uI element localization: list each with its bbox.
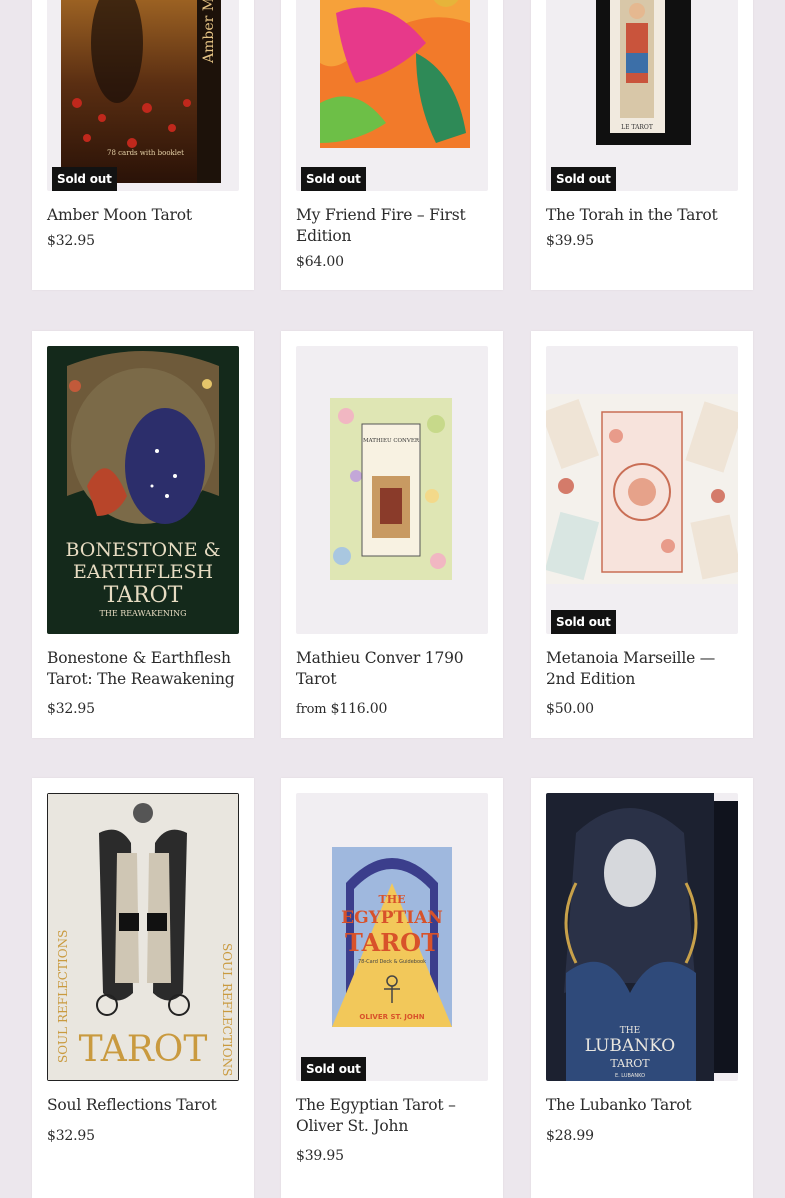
product-title[interactable]: Bonestone & Earthflesh Tarot: The Reawak… xyxy=(47,648,242,690)
lubanko-name: LUBANKO xyxy=(585,1036,676,1056)
product-price: $28.99 xyxy=(546,1128,594,1144)
product-price: $32.95 xyxy=(47,1128,95,1144)
product-price: $32.95 xyxy=(47,233,95,249)
product-title[interactable]: Metanoia Marseille — 2nd Edition xyxy=(546,648,741,690)
bonestone-line1: BONESTONE & xyxy=(65,539,220,561)
egypt-the: THE xyxy=(379,893,406,906)
lubanko-author: E. LUBANKO xyxy=(615,1073,645,1079)
product-card-my-friend-fire[interactable]: Sold out My Friend Fire – First Edition … xyxy=(281,0,503,290)
product-image[interactable]: Sold out xyxy=(546,346,738,634)
price-prefix: from xyxy=(296,702,327,717)
product-price: $39.95 xyxy=(546,233,594,249)
product-title[interactable]: The Torah in the Tarot xyxy=(546,205,741,226)
product-image[interactable]: MATHIEU CONVER xyxy=(296,346,488,634)
soul-side-left: SOUL REFLECTIONS xyxy=(56,930,70,1063)
sold-out-badge: Sold out xyxy=(551,610,616,634)
product-title[interactable]: My Friend Fire – First Edition xyxy=(296,205,491,247)
bonestone-line3: TAROT xyxy=(104,583,183,608)
product-image[interactable]: Sold out xyxy=(296,0,488,191)
bonestone-line4: THE REAWAKENING xyxy=(100,609,187,618)
conver-label: MATHIEU CONVER xyxy=(363,438,420,444)
bonestone-line2: EARTHFLESH xyxy=(73,561,213,583)
soul-tarot-word: TAROT xyxy=(79,1029,208,1070)
lubanko-the: THE xyxy=(620,1026,640,1036)
product-price: from $116.00 xyxy=(296,701,387,717)
sold-out-badge: Sold out xyxy=(52,167,117,191)
product-title[interactable]: Soul Reflections Tarot xyxy=(47,1095,242,1116)
product-title[interactable]: The Lubanko Tarot xyxy=(546,1095,741,1116)
product-card-soul-reflections[interactable]: TAROT SOUL REFLECTIONS SOUL REFLECTIONS … xyxy=(32,778,254,1198)
amber-footer: 78 cards with booklet xyxy=(107,149,184,157)
product-image[interactable]: BONESTONE & EARTHFLESH TAROT THE REAWAKE… xyxy=(47,346,239,634)
product-title[interactable]: The Egyptian Tarot – Oliver St. John xyxy=(296,1095,491,1137)
product-card-lubanko-tarot[interactable]: THE LUBANKO TAROT E. LUBANKO The Lubanko… xyxy=(531,778,753,1198)
product-card-metanoia-marseille[interactable]: Sold out Metanoia Marseille — 2nd Editio… xyxy=(531,331,753,738)
product-card-mathieu-conver[interactable]: MATHIEU CONVER Mathieu Conver 1790 Tarot… xyxy=(281,331,503,738)
product-price: $64.00 xyxy=(296,254,344,270)
lubanko-tarot: TAROT xyxy=(610,1057,650,1070)
product-image[interactable]: TAROT SOUL REFLECTIONS SOUL REFLECTIONS xyxy=(47,793,239,1081)
product-image[interactable]: LE TAROT Sold out xyxy=(546,0,738,191)
egypt-name: EGYPTIAN xyxy=(341,908,443,928)
sold-out-badge: Sold out xyxy=(551,167,616,191)
product-card-torah-in-the-tarot[interactable]: LE TAROT Sold out The Torah in the Tarot… xyxy=(531,0,753,290)
product-title[interactable]: Mathieu Conver 1790 Tarot xyxy=(296,648,491,690)
product-title[interactable]: Amber Moon Tarot xyxy=(47,205,242,226)
product-image[interactable]: THE LUBANKO TAROT E. LUBANKO xyxy=(546,793,738,1081)
sold-out-badge: Sold out xyxy=(301,1057,366,1081)
amber-side-title: Amber Moon xyxy=(201,0,217,64)
soul-side-right: SOUL REFLECTIONS xyxy=(220,943,234,1076)
product-image[interactable]: THE EGYPTIAN TAROT 78-Card Deck & Guideb… xyxy=(296,793,488,1081)
torah-footer: LE TAROT xyxy=(621,124,653,131)
price-value: $116.00 xyxy=(330,701,388,717)
egypt-sub: 78-Card Deck & Guidebook xyxy=(358,959,426,965)
egypt-tarot: TAROT xyxy=(345,928,439,957)
product-card-amber-moon[interactable]: Amber Moon 78 cards with booklet Sold ou… xyxy=(32,0,254,290)
sold-out-badge: Sold out xyxy=(301,167,366,191)
product-card-egyptian-tarot[interactable]: THE EGYPTIAN TAROT 78-Card Deck & Guideb… xyxy=(281,778,503,1198)
egypt-author: OLIVER ST. JOHN xyxy=(359,1013,424,1021)
product-price: $32.95 xyxy=(47,701,95,717)
product-card-bonestone[interactable]: BONESTONE & EARTHFLESH TAROT THE REAWAKE… xyxy=(32,331,254,738)
product-price: $50.00 xyxy=(546,701,594,717)
product-price: $39.95 xyxy=(296,1148,344,1164)
product-image[interactable]: Amber Moon 78 cards with booklet Sold ou… xyxy=(47,0,239,191)
